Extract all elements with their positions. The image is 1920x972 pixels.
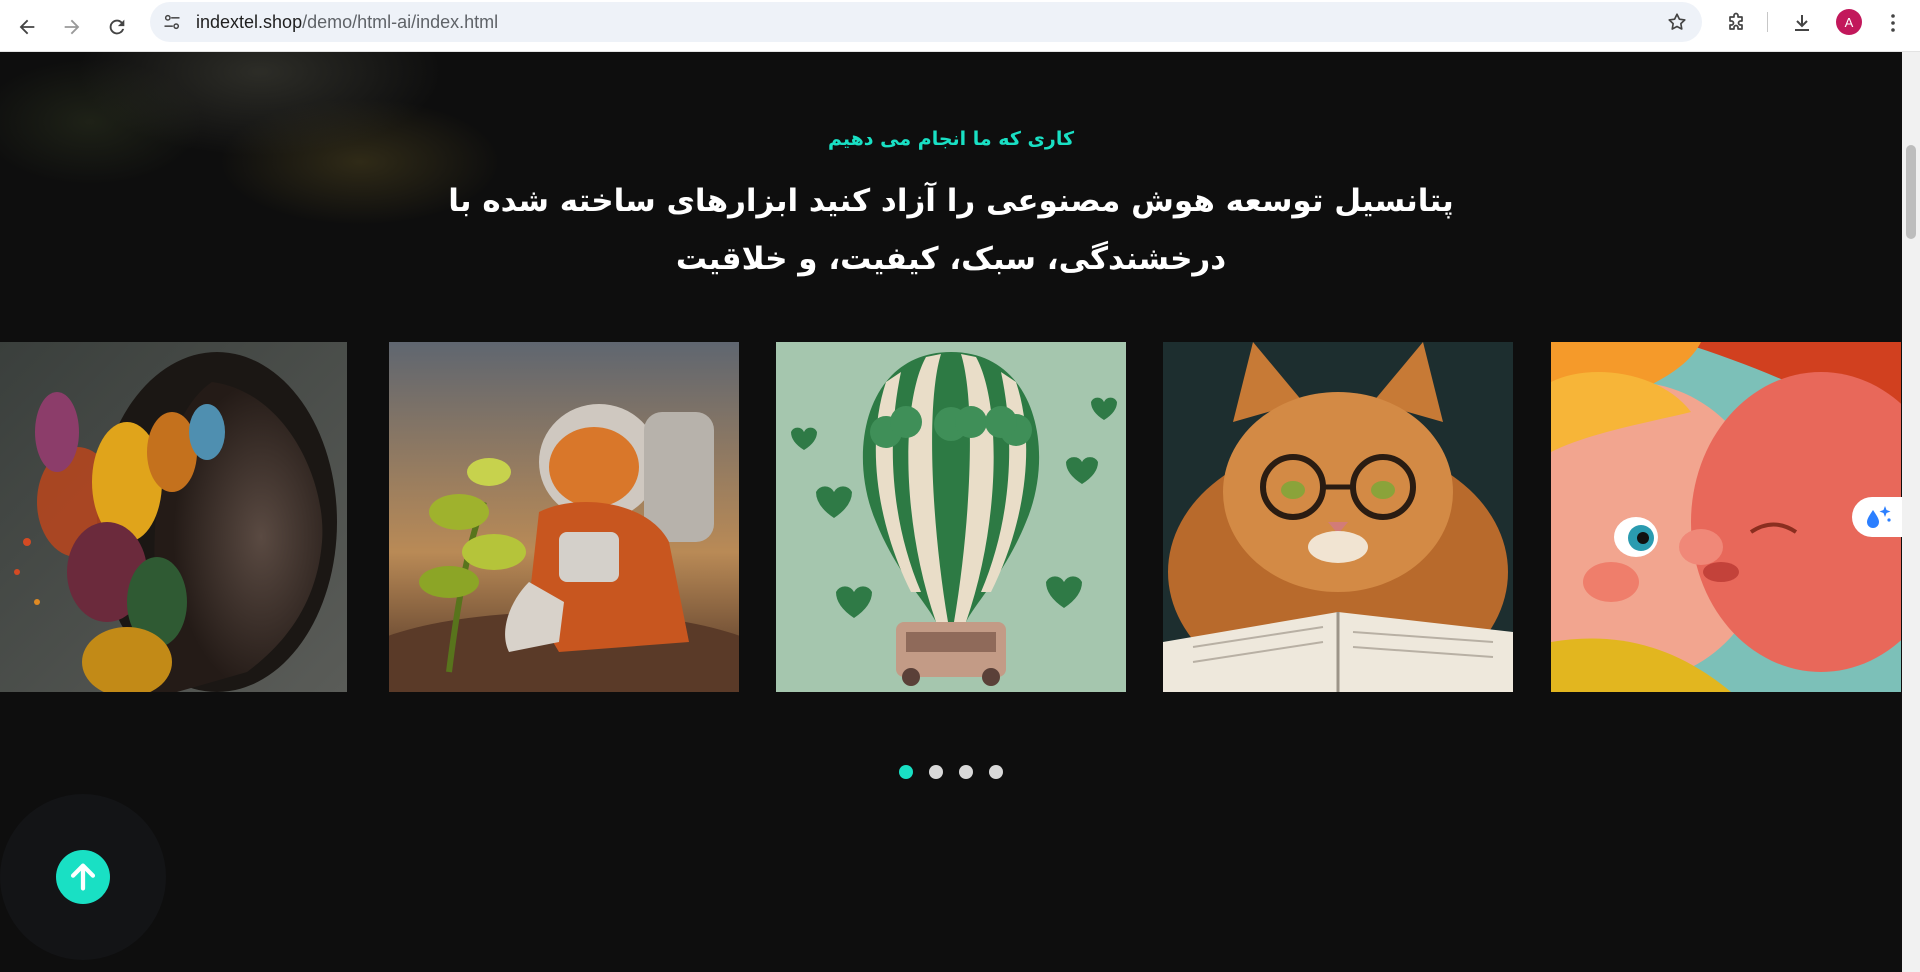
back-to-top-button[interactable] [56, 850, 110, 904]
extensions-button[interactable] [1723, 10, 1749, 36]
cartoon-kiss-image [1551, 342, 1901, 692]
puzzle-icon [1729, 12, 1743, 30]
sparkle-drop-icon [1867, 506, 1891, 528]
forward-button[interactable] [53, 8, 91, 46]
address-bar[interactable]: indextel.shop/demo/html-ai/index.html [150, 2, 1702, 42]
slide-cartoon-kiss[interactable] [1551, 342, 1901, 692]
page-viewport: کاری که ما انجام می دهیم پتانسیل توسعه ه… [0, 52, 1902, 972]
page-scrollbar[interactable] [1902, 52, 1920, 972]
url-host: indextel.shop [196, 12, 303, 32]
section-headline: پتانسیل توسعه هوش مصنوعی را آزاد کنید اب… [448, 183, 1454, 277]
slide-woman-portrait[interactable] [0, 342, 347, 692]
toolbar-divider [1767, 12, 1768, 32]
downloads-button[interactable] [1789, 10, 1815, 36]
download-icon [1795, 15, 1809, 31]
reload-button[interactable] [98, 8, 136, 46]
slider-dot-3[interactable] [959, 765, 973, 779]
reload-icon [109, 19, 125, 35]
woman-portrait-image [0, 342, 347, 692]
url-path: /demo/html-ai/index.html [302, 12, 499, 32]
floating-sparkle-tab[interactable] [1852, 497, 1902, 537]
clover-balloon-image [776, 342, 1126, 692]
section-eyebrow: کاری که ما انجام می دهیم [827, 128, 1075, 150]
arrow-left-icon [19, 19, 35, 35]
scrollbar-thumb[interactable] [1906, 145, 1916, 239]
slide-astronaut[interactable] [389, 342, 739, 692]
url-text: indextel.shop/demo/html-ai/index.html [196, 12, 498, 33]
arrow-right-icon [64, 19, 80, 35]
slider-dot-1[interactable] [899, 765, 913, 779]
astronaut-image [389, 342, 739, 692]
slider-dot-4[interactable] [989, 765, 1003, 779]
kebab-menu-icon [1891, 14, 1895, 32]
slider-pagination [0, 765, 1902, 779]
slider-dot-2[interactable] [929, 765, 943, 779]
back-button[interactable] [8, 8, 46, 46]
profile-avatar[interactable]: A [1836, 9, 1862, 35]
browser-menu-button[interactable] [1880, 10, 1906, 36]
star-icon[interactable] [1666, 11, 1688, 33]
slide-clover-balloon[interactable] [776, 342, 1126, 692]
slide-cat-reading[interactable] [1163, 342, 1513, 692]
browser-toolbar: indextel.shop/demo/html-ai/index.html A [0, 0, 1920, 52]
arrow-up-icon [70, 863, 96, 891]
tune-icon[interactable] [162, 12, 182, 32]
cat-reading-image [1163, 342, 1513, 692]
